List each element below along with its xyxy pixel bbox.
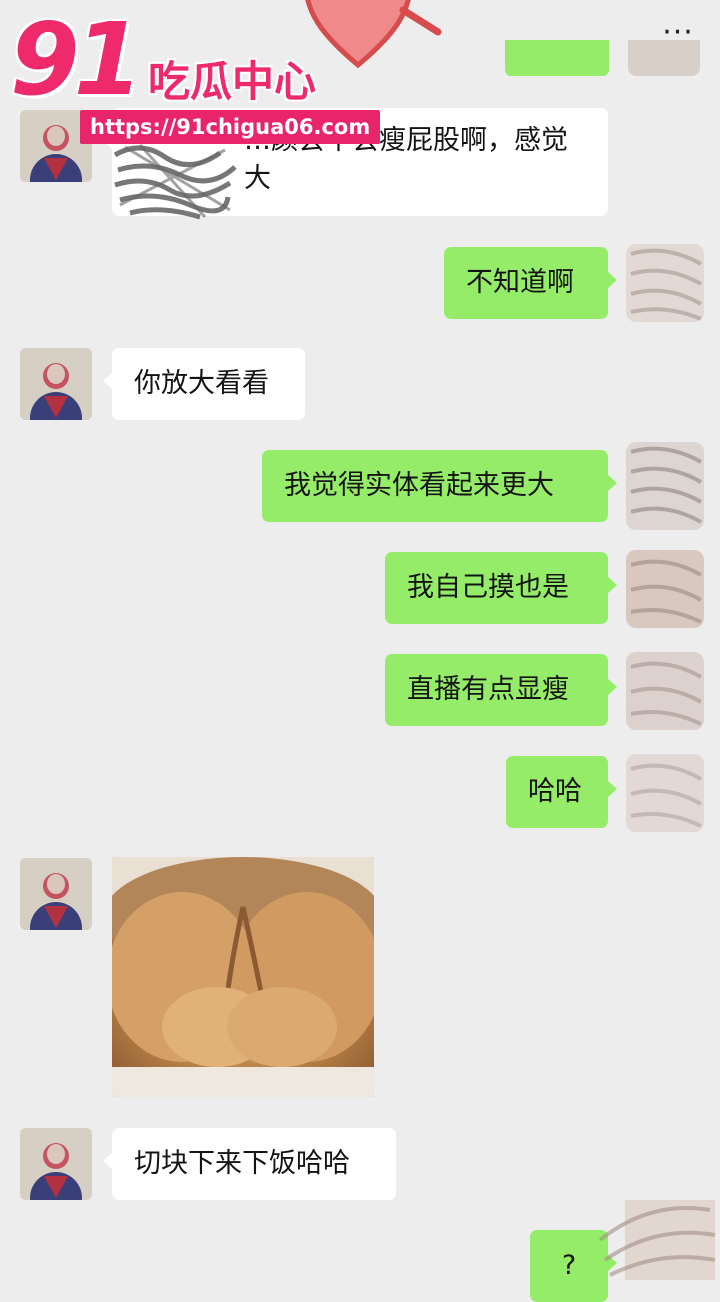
message-bubble-sent: 我觉得实体看起来更大 [262, 450, 617, 522]
my-avatar-blurred [598, 1200, 716, 1280]
my-avatar-blurred[interactable] [626, 550, 704, 628]
contact-avatar[interactable] [20, 348, 92, 420]
watermark-name: 吃瓜中心 [148, 57, 317, 106]
my-avatar-blurred[interactable] [626, 652, 704, 730]
watermark-logo: 91 吃瓜中心 https://91chigua06.com [8, 0, 381, 150]
message-bubble-sent: 哈哈 [506, 756, 617, 828]
contact-avatar[interactable] [20, 1128, 92, 1200]
watermark-url: https://91chigua06.com [80, 110, 381, 144]
message-bubble-received: 你放大看看 [103, 348, 305, 420]
contact-avatar[interactable] [20, 858, 92, 930]
watermark-number: 91 [10, 1, 143, 118]
partial-my-avatar [628, 40, 700, 76]
my-avatar-blurred[interactable] [626, 244, 704, 322]
message-bubble-sent: 直播有点显瘦 [385, 654, 617, 726]
message-bubble-sent: 不知道啊 [444, 247, 617, 319]
partial-sent-bubble [505, 40, 609, 76]
image-message-cat-photo[interactable] [112, 857, 374, 1097]
message-bubble-received: 切块下来下饭哈哈 [103, 1128, 396, 1200]
my-avatar-blurred[interactable] [626, 442, 704, 530]
my-avatar-blurred[interactable] [626, 754, 704, 832]
message-bubble-sent: 我自己摸也是 [385, 552, 617, 624]
